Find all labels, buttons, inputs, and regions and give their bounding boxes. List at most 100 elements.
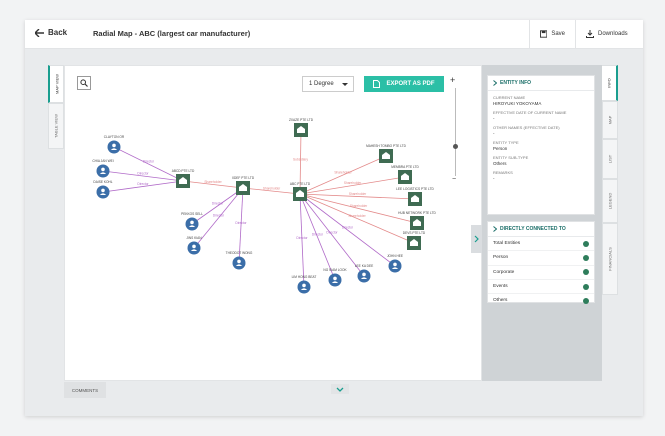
edge-label: Director — [137, 182, 149, 186]
tab-table-view[interactable]: TABLE VIEW — [48, 103, 64, 149]
collapse-panel-button[interactable] — [471, 225, 482, 253]
row-label: Corporate — [493, 269, 515, 275]
connected-row-person[interactable]: Person — [488, 251, 594, 266]
row-label: Person — [493, 255, 509, 261]
person-icon — [237, 259, 241, 264]
entity-info-header[interactable]: ENTITY INFO — [488, 76, 594, 91]
entity-info-title: ENTITY INFO — [500, 80, 532, 86]
node-label: LIM HONG BEAT — [292, 275, 317, 279]
connected-row-others[interactable]: Others — [488, 294, 594, 307]
downloads-button[interactable]: Downloads — [575, 20, 643, 48]
save-label: Save — [551, 31, 565, 37]
edge-line[interactable] — [113, 146, 184, 182]
tab-legend[interactable]: LEGEND — [602, 179, 618, 223]
edge-label: Director — [213, 214, 225, 218]
expand-comments-button[interactable] — [331, 384, 349, 394]
save-button[interactable]: Save — [529, 20, 575, 48]
tab-info[interactable]: INFO — [602, 65, 618, 101]
tab-map-label: MAP — [607, 115, 613, 125]
degree-value: 1 Degree — [309, 81, 334, 87]
node-label: DAISE KOHL — [93, 180, 112, 184]
tab-map[interactable]: MAP — [602, 101, 618, 139]
directly-connected-header[interactable]: DIRECTLY CONNECTED TO — [488, 222, 594, 237]
person-icon — [101, 167, 105, 172]
search-button[interactable] — [77, 76, 91, 90]
degree-select[interactable]: 1 Degree — [302, 76, 354, 92]
field-value: - — [493, 116, 495, 121]
person-icon — [192, 244, 196, 249]
workspace: MAP VIEW TABLE VIEW Director Director Dire… — [25, 49, 643, 416]
arrow-left-icon — [35, 28, 44, 37]
directly-connected-title: DIRECTLY CONNECTED TO — [500, 226, 566, 232]
node-label: XDEF PTE LTD — [232, 176, 255, 180]
node-label: HUB NETWORK PTE LTD — [398, 211, 436, 215]
node-label: ABC PTE LTD — [290, 182, 311, 186]
chevron-right-icon — [493, 80, 497, 86]
node-label: JOHN HEE — [387, 254, 403, 258]
field-label: ENTITY SUB-TYPE — [493, 155, 529, 160]
zoom-out-button[interactable]: − — [452, 176, 456, 183]
edge-label: Shareholder — [334, 171, 352, 175]
expand-dot-icon[interactable] — [583, 269, 589, 276]
edge-label: Director — [326, 231, 338, 235]
row-label: Total Entities — [493, 241, 521, 247]
person-icon — [112, 143, 116, 148]
export-pdf-button[interactable]: EXPORT AS PDF — [364, 76, 444, 92]
tab-table-view-label: TABLE VIEW — [53, 114, 59, 138]
field-value: Person — [493, 146, 508, 151]
expand-dot-icon[interactable] — [583, 240, 589, 247]
edge-line[interactable] — [299, 155, 387, 195]
back-button[interactable]: Back — [35, 28, 67, 37]
search-icon — [80, 79, 88, 87]
chevron-right-icon — [474, 235, 479, 243]
node-label: JINS KIAN — [186, 236, 202, 240]
download-icon — [586, 30, 594, 38]
expand-dot-icon[interactable] — [583, 254, 589, 261]
node-label: LEE LOGISTICS PTE LTD — [396, 187, 434, 191]
connected-row-events[interactable]: Events — [488, 280, 594, 295]
comments-tab[interactable]: COMMENTS — [64, 382, 106, 398]
node-label: ZXAZE PTE LTD — [289, 118, 314, 122]
edge-label: Director — [143, 160, 155, 164]
edge-label: Director — [212, 202, 224, 206]
map-canvas[interactable]: Director Director Director Shareholder Share… — [64, 65, 483, 394]
directly-connected-card: DIRECTLY CONNECTED TO Total Entities Per… — [487, 221, 595, 304]
row-label: Others — [493, 298, 508, 304]
field-value: Others — [493, 161, 507, 166]
expand-dot-icon[interactable] — [583, 283, 589, 290]
expand-dot-icon[interactable] — [583, 297, 589, 304]
person-icon — [362, 272, 366, 277]
edge-label: Shareholder — [349, 192, 367, 196]
chevron-down-icon — [336, 387, 344, 392]
downloads-label: Downloads — [598, 31, 628, 37]
person-icon — [101, 188, 105, 193]
node-label: DEVS PTE LTD — [403, 231, 426, 235]
field-label: CURRENT NAME — [493, 95, 526, 100]
node-label: PEKKOS SELL — [181, 212, 203, 216]
connected-row-corporate[interactable]: Corporate — [488, 266, 594, 280]
person-icon — [190, 220, 194, 225]
zoom-slider-handle[interactable] — [453, 144, 458, 149]
zoom-in-button[interactable]: + — [450, 75, 455, 85]
edge-label: Director — [235, 221, 247, 225]
tab-map-view[interactable]: MAP VIEW — [48, 65, 64, 103]
tab-info-label: INFO — [606, 78, 612, 88]
field-value: HIROYUKI YOKOYAMA — [493, 101, 542, 106]
tab-financials[interactable]: FINANCIALS — [602, 223, 618, 295]
field-value: - — [493, 176, 495, 181]
chevron-down-icon — [342, 83, 348, 86]
field-value: - — [493, 131, 495, 136]
connected-row-total[interactable]: Total Entities — [488, 237, 594, 252]
field-label: OTHER NAMES (EFFECTIVE DATE) — [493, 125, 560, 130]
edge-label: Shareholder — [263, 187, 281, 191]
edge-label: Shareholder — [204, 180, 222, 184]
edge-line[interactable] — [299, 193, 305, 288]
person-icon — [393, 262, 397, 267]
radial-map[interactable]: Director Director Director Shareholder Share… — [65, 66, 483, 382]
top-bar: Back Radial Map - ABC (largest car manuf… — [25, 20, 643, 49]
pdf-file-icon — [373, 80, 381, 88]
tab-map-view-label: MAP VIEW — [54, 74, 59, 94]
node-label: NG SIAM LOOK — [323, 268, 347, 272]
tab-list[interactable]: LIST — [602, 139, 618, 179]
zoom-slider-track[interactable] — [455, 88, 456, 176]
